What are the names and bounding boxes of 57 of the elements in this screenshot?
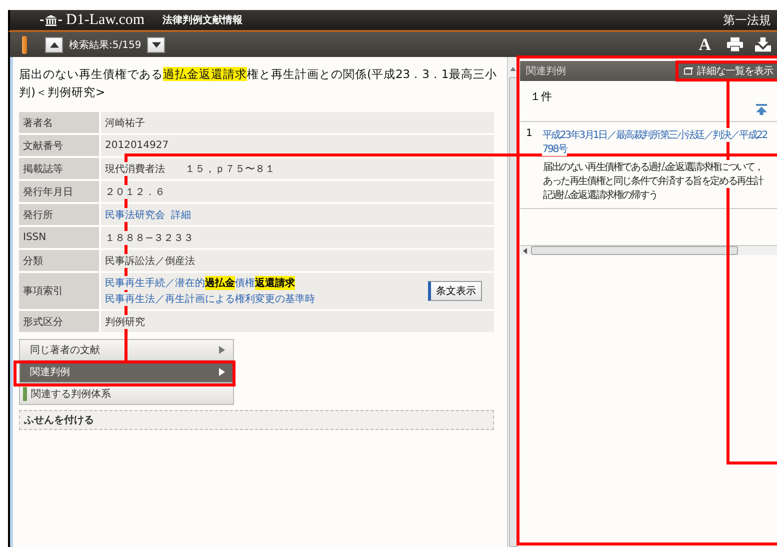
article-button[interactable]: 条文表示 [428, 281, 482, 301]
bookmark-tab[interactable] [22, 36, 27, 54]
print-icon[interactable] [727, 37, 743, 52]
field-label: 分類 [19, 250, 99, 271]
field-label: 発行所 [19, 204, 99, 225]
document-title: 届出のない再生債権である過払金返還請求権と再生計画との関係(平成23．3．1最高三小判)＜判例研究> [19, 66, 497, 101]
field-label: ISSN [19, 227, 99, 248]
back-to-top-icon[interactable] [756, 104, 767, 115]
field-value: 2012014927 [105, 140, 169, 151]
field-label: 事項索引 [19, 273, 99, 309]
panel-title: 関連判例 [526, 64, 566, 78]
case-summary: 記過払金返還請求権の帰すう [543, 188, 658, 202]
right-triangle-icon [219, 368, 225, 376]
next-button[interactable] [147, 36, 166, 52]
field-label: 文献番号 [19, 135, 99, 156]
result-counter: 検索結果:5/159 [69, 38, 142, 52]
field-link[interactable]: 債権 [235, 276, 255, 290]
left-triangle-icon [523, 248, 527, 254]
field-link[interactable]: 返還請求 [255, 276, 295, 290]
site-logo: D1-Law.com [66, 12, 145, 28]
field-link[interactable]: 詳細 [171, 208, 191, 222]
field-link[interactable]: 民事法研究会 [105, 208, 165, 222]
vertical-scrollbar[interactable] [507, 57, 518, 547]
field-value: 河崎祐子 [105, 116, 145, 130]
sticky-note-button[interactable]: ふせんを付ける [19, 410, 494, 430]
field-link[interactable]: 過払金 [205, 276, 235, 290]
case-link[interactable]: 798号 [542, 142, 567, 156]
field-value: 判例研究 [105, 314, 145, 328]
down-triangle-icon [152, 42, 161, 48]
field-link[interactable]: 民事再生法／再生計画による権利変更の基準時 [105, 292, 315, 306]
up-triangle-icon [510, 67, 516, 71]
result-count: １件 [529, 89, 553, 104]
field-value: 民事訴訟法／倒産法 [105, 254, 195, 268]
previous-button[interactable] [45, 36, 63, 52]
field-value: 現代消費者法 １５，ｐ７５〜８１ [105, 162, 275, 176]
result-number: 1 [526, 128, 532, 141]
font-size-button[interactable]: A [694, 34, 715, 54]
field-link[interactable]: 民事再生手続／潜在的 [105, 276, 205, 290]
horizontal-scrollbar[interactable] [520, 245, 777, 255]
field-label: 掲載誌等 [19, 158, 99, 179]
marker-icon [23, 387, 27, 401]
download-icon[interactable] [755, 37, 771, 52]
scroll-thumb[interactable] [531, 246, 738, 255]
field-label: 形式区分 [19, 311, 99, 332]
field-label: 著者名 [19, 112, 99, 133]
case-summary: あった再生債権と同じ条件で弁済する旨を定める再生計 [543, 174, 764, 188]
menu-item[interactable]: 同じ著者の文献 [19, 339, 234, 361]
up-triangle-icon [50, 42, 58, 48]
case-link[interactable]: 平成23年3月1日／最高裁判所第三小法廷／判決／平成22 [542, 128, 767, 142]
building-icon [40, 14, 62, 26]
field-value: １８８８−３２３３ [105, 230, 194, 244]
field-value: ２０１２．６ [105, 184, 165, 198]
right-triangle-icon [219, 346, 225, 354]
window-icon [684, 67, 693, 75]
product-name: 法律判例文献情報 [162, 14, 243, 27]
field-label: 発行年月日 [19, 181, 99, 202]
publisher-name: 第一法規 [723, 12, 772, 28]
